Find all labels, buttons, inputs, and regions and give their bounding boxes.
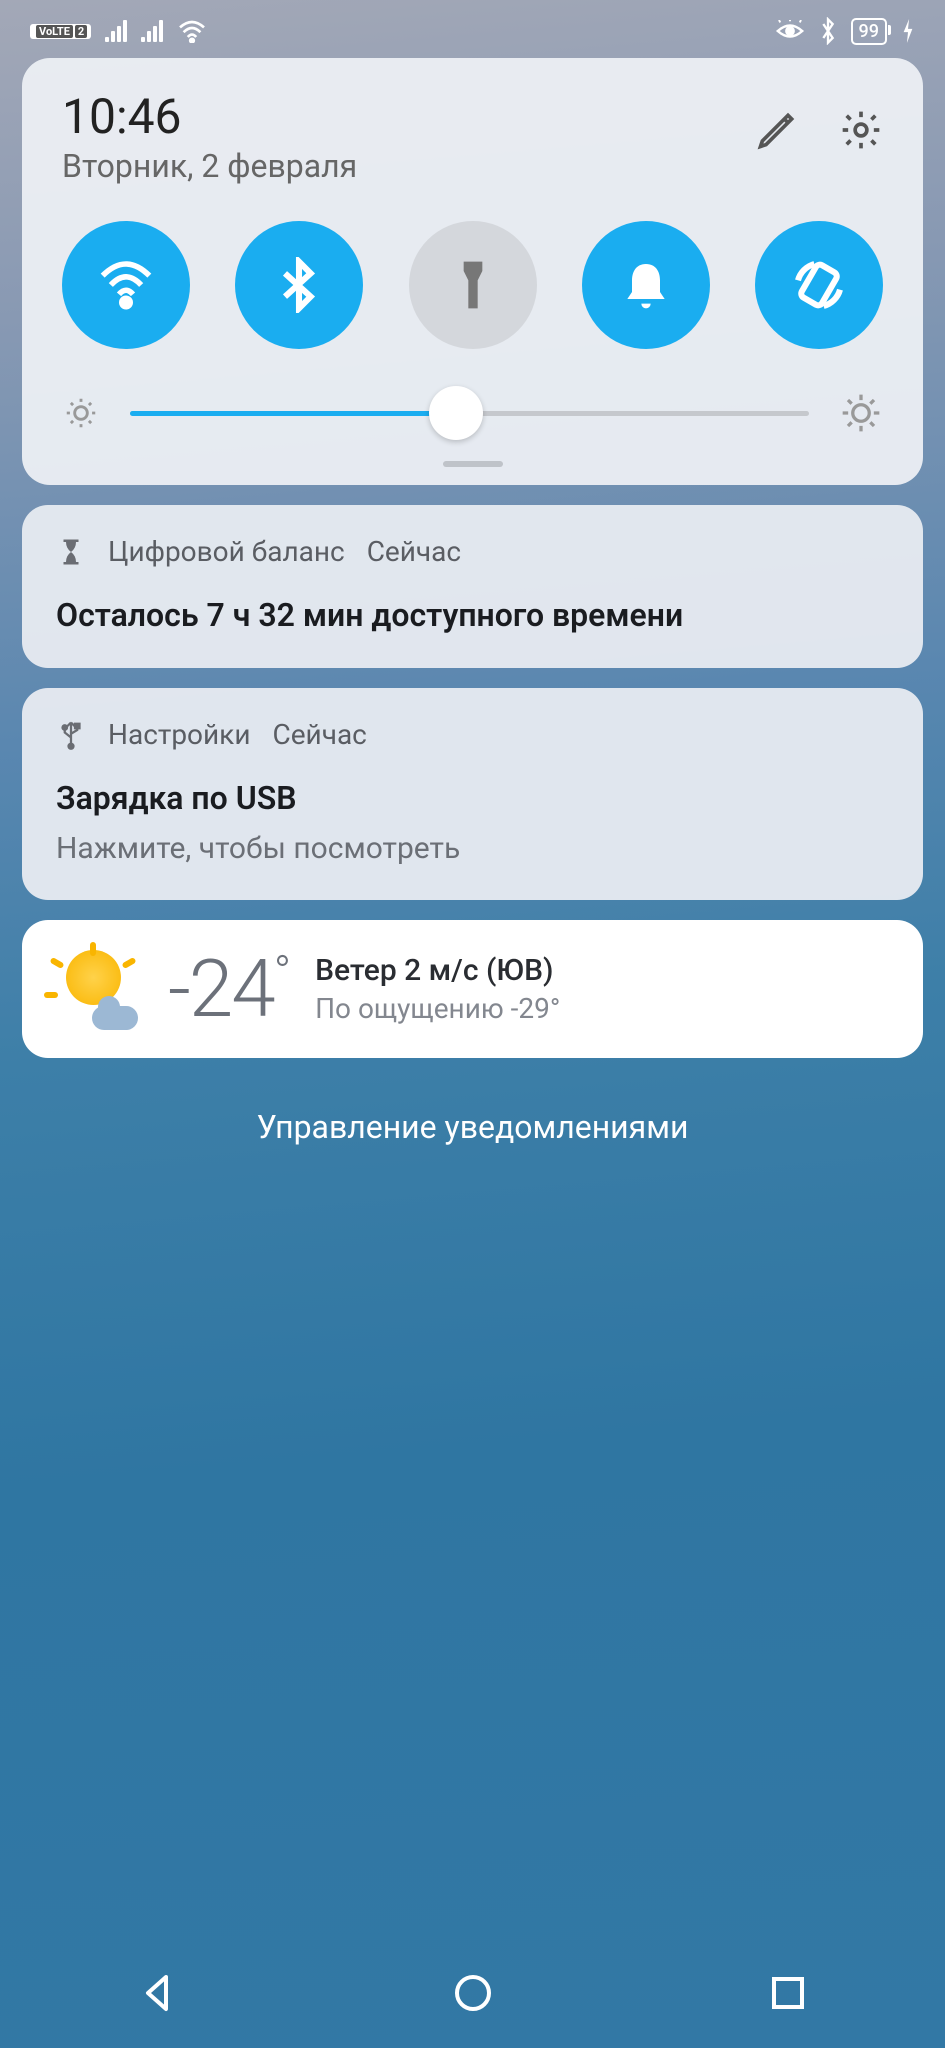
qs-header: 10:46 Вторник, 2 февраля bbox=[62, 88, 883, 185]
notification-app-name: Настройки bbox=[108, 718, 250, 751]
flashlight-icon bbox=[445, 257, 501, 313]
weather-details: Ветер 2 м/с (ЮВ) По ощущению -29° bbox=[315, 953, 560, 1025]
status-left: VoLTE 2 bbox=[30, 19, 207, 43]
manage-notifications-link[interactable]: Управление уведомлениями bbox=[22, 1108, 923, 1146]
notifications-toggle[interactable] bbox=[582, 221, 710, 349]
settings-icon[interactable] bbox=[839, 108, 883, 152]
edit-icon[interactable] bbox=[755, 108, 799, 152]
flashlight-toggle[interactable] bbox=[409, 221, 537, 349]
navigation-bar bbox=[0, 1938, 945, 2048]
battery-indicator: 99 bbox=[851, 18, 887, 45]
status-right: 99 bbox=[775, 17, 915, 45]
wifi-icon bbox=[177, 19, 207, 43]
wind-label: Ветер 2 м/с (ЮВ) bbox=[315, 953, 560, 988]
volte-indicator: VoLTE 2 bbox=[30, 24, 91, 39]
notification-header: Цифровой баланс Сейчас bbox=[56, 535, 889, 568]
back-button[interactable] bbox=[134, 1969, 182, 2017]
brightness-high-icon bbox=[839, 391, 883, 435]
volte-label: VoLTE bbox=[36, 25, 73, 38]
volte-sim: 2 bbox=[75, 25, 87, 38]
bell-icon bbox=[618, 257, 674, 313]
signal-icon bbox=[105, 20, 127, 42]
notification-header: Настройки Сейчас bbox=[56, 718, 889, 751]
home-button[interactable] bbox=[449, 1969, 497, 2017]
notification-app-name: Цифровой баланс bbox=[108, 535, 345, 568]
wifi-toggle[interactable] bbox=[62, 221, 190, 349]
quick-settings-panel[interactable]: 10:46 Вторник, 2 февраля bbox=[22, 58, 923, 485]
notification-digital-balance[interactable]: Цифровой баланс Сейчас Осталось 7 ч 32 м… bbox=[22, 505, 923, 668]
signal-icon-2 bbox=[141, 20, 163, 42]
brightness-fill bbox=[130, 411, 456, 416]
brightness-low-icon bbox=[62, 394, 100, 432]
notification-title: Осталось 7 ч 32 мин доступного времени bbox=[56, 596, 889, 634]
usb-icon bbox=[56, 720, 86, 750]
time-label: 10:46 bbox=[62, 88, 357, 145]
feels-like-label: По ощущению -29° bbox=[315, 992, 560, 1025]
date-label: Вторник, 2 февраля bbox=[62, 147, 357, 185]
brightness-slider-row bbox=[62, 391, 883, 435]
status-bar: VoLTE 2 99 bbox=[0, 0, 945, 58]
notification-subtitle: Нажмите, чтобы посмотреть bbox=[56, 831, 889, 866]
expand-handle[interactable] bbox=[443, 461, 503, 467]
auto-rotate-toggle[interactable] bbox=[755, 221, 883, 349]
notification-when: Сейчас bbox=[367, 535, 461, 568]
brightness-thumb[interactable] bbox=[429, 386, 483, 440]
notification-usb-charging[interactable]: Настройки Сейчас Зарядка по USB Нажмите,… bbox=[22, 688, 923, 900]
hourglass-icon bbox=[56, 537, 86, 567]
rotate-icon bbox=[791, 257, 847, 313]
bluetooth-icon bbox=[271, 257, 327, 313]
qs-datetime: 10:46 Вторник, 2 февраля bbox=[62, 88, 357, 185]
bluetooth-toggle[interactable] bbox=[235, 221, 363, 349]
brightness-slider[interactable] bbox=[130, 411, 809, 416]
notification-when: Сейчас bbox=[272, 718, 366, 751]
temperature-value: -24° bbox=[168, 942, 289, 1036]
qs-toggles-row bbox=[62, 221, 883, 349]
notification-title: Зарядка по USB bbox=[56, 779, 889, 817]
bluetooth-icon bbox=[819, 17, 837, 45]
charging-icon bbox=[901, 19, 915, 43]
weather-icon bbox=[52, 944, 142, 1034]
qs-header-actions bbox=[755, 88, 883, 152]
recent-apps-button[interactable] bbox=[764, 1969, 812, 2017]
weather-card[interactable]: -24° Ветер 2 м/с (ЮВ) По ощущению -29° bbox=[22, 920, 923, 1058]
wifi-icon bbox=[98, 257, 154, 313]
eye-icon bbox=[775, 20, 805, 42]
